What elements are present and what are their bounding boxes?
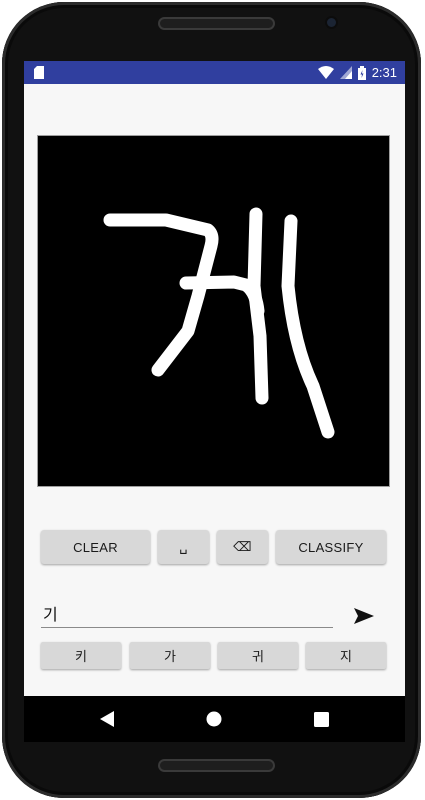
suggestion-button[interactable]: 지 xyxy=(306,642,386,669)
back-icon xyxy=(100,711,114,727)
app-content: CLEAR ␣ ⌫ CLASSIFY 기 키 가 귀 지 xyxy=(24,84,405,696)
handwriting-strokes xyxy=(103,207,335,439)
stroke-3 xyxy=(247,207,269,405)
home-icon xyxy=(206,711,222,727)
navigation-bar xyxy=(24,696,405,742)
recents-button[interactable] xyxy=(308,706,334,732)
suggestion-button[interactable]: 귀 xyxy=(218,642,298,669)
text-input[interactable]: 기 xyxy=(41,604,333,628)
front-camera xyxy=(327,18,336,27)
stroke-4 xyxy=(281,214,335,439)
wifi-icon xyxy=(317,66,334,79)
status-bar: 2:31 xyxy=(24,61,405,84)
drawing-canvas[interactable] xyxy=(37,135,390,487)
space-button[interactable]: ␣ xyxy=(158,530,209,564)
suggestion-button[interactable]: 가 xyxy=(130,642,210,669)
send-icon xyxy=(354,608,374,624)
device-screen: 2:31 CLEAR ␣ ⌫ CLASSIFY 기 키 가 귀 지 xyxy=(24,61,405,742)
clear-button[interactable]: CLEAR xyxy=(41,530,150,564)
status-time: 2:31 xyxy=(371,65,397,80)
back-button[interactable] xyxy=(94,706,120,732)
stroke-1 xyxy=(103,213,219,377)
suggestion-button[interactable]: 키 xyxy=(41,642,121,669)
home-button[interactable] xyxy=(201,706,227,732)
classify-button[interactable]: CLASSIFY xyxy=(276,530,386,564)
send-button[interactable] xyxy=(352,603,376,629)
backspace-button[interactable]: ⌫ xyxy=(217,530,268,564)
signal-icon xyxy=(339,66,352,79)
status-right-group: 2:31 xyxy=(317,64,397,81)
phone-frame: 2:31 CLEAR ␣ ⌫ CLASSIFY 기 키 가 귀 지 xyxy=(2,2,421,798)
top-speaker xyxy=(158,17,275,30)
recents-icon xyxy=(313,711,329,727)
battery-icon xyxy=(357,65,366,80)
sd-card-icon xyxy=(34,66,44,79)
bottom-speaker xyxy=(158,759,275,772)
